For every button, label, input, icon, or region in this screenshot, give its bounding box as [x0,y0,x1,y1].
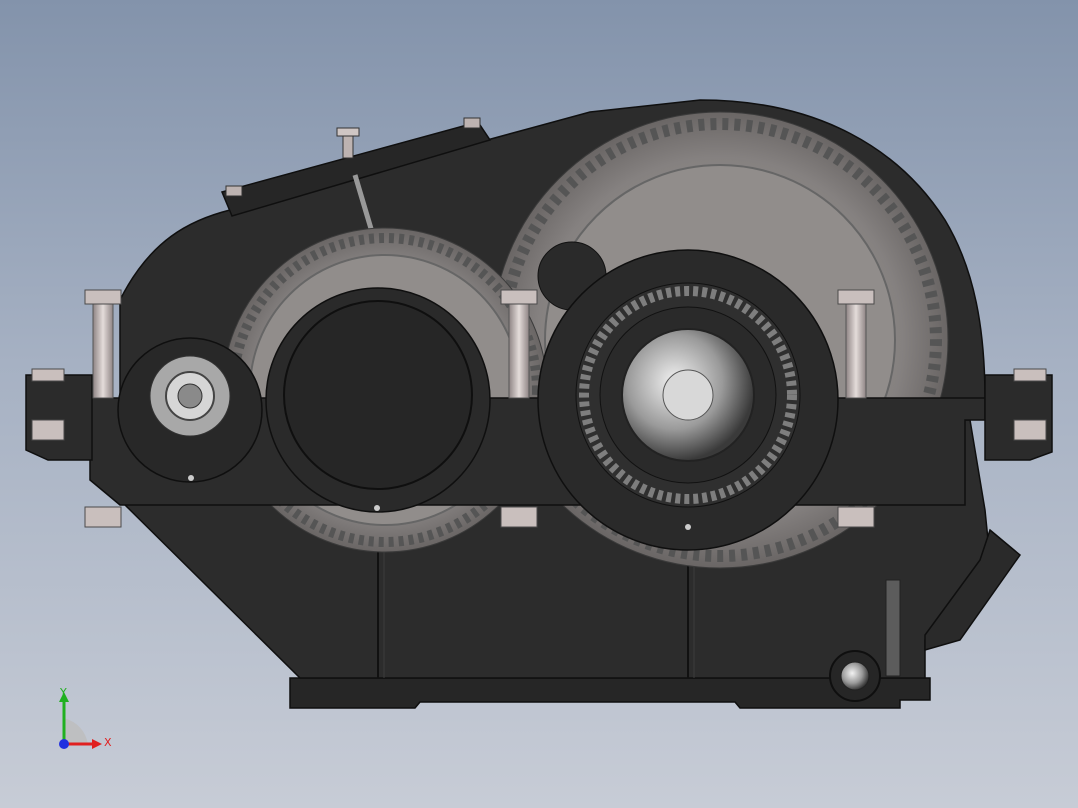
cover-bolt [225,185,243,197]
triad-plane-icon [64,718,88,744]
y-axis-label: Y [59,686,67,699]
cover-bolt [463,117,481,129]
dowel-pin [374,505,380,511]
dowel-pin [188,475,194,481]
right-side-flange [984,374,1053,461]
oil-gauge [885,579,901,677]
dowel-pin [685,524,691,530]
gearbox-model[interactable] [0,0,1078,808]
input-nut-center [177,383,203,409]
x-axis-arrow-icon [92,739,102,749]
intermediate-bearing-cap [283,300,473,490]
bolt-shaft [508,301,530,399]
x-axis-label: X [104,736,112,749]
coordinate-triad: Y X [59,686,112,749]
output-shaft-hole [662,369,714,421]
bolt-shaft [845,301,867,399]
graphics-viewport[interactable]: Y X [0,0,1078,808]
z-axis-icon [59,739,69,749]
bolt-shaft [92,301,114,399]
drain-plug [840,661,870,691]
left-side-flange [25,374,93,461]
